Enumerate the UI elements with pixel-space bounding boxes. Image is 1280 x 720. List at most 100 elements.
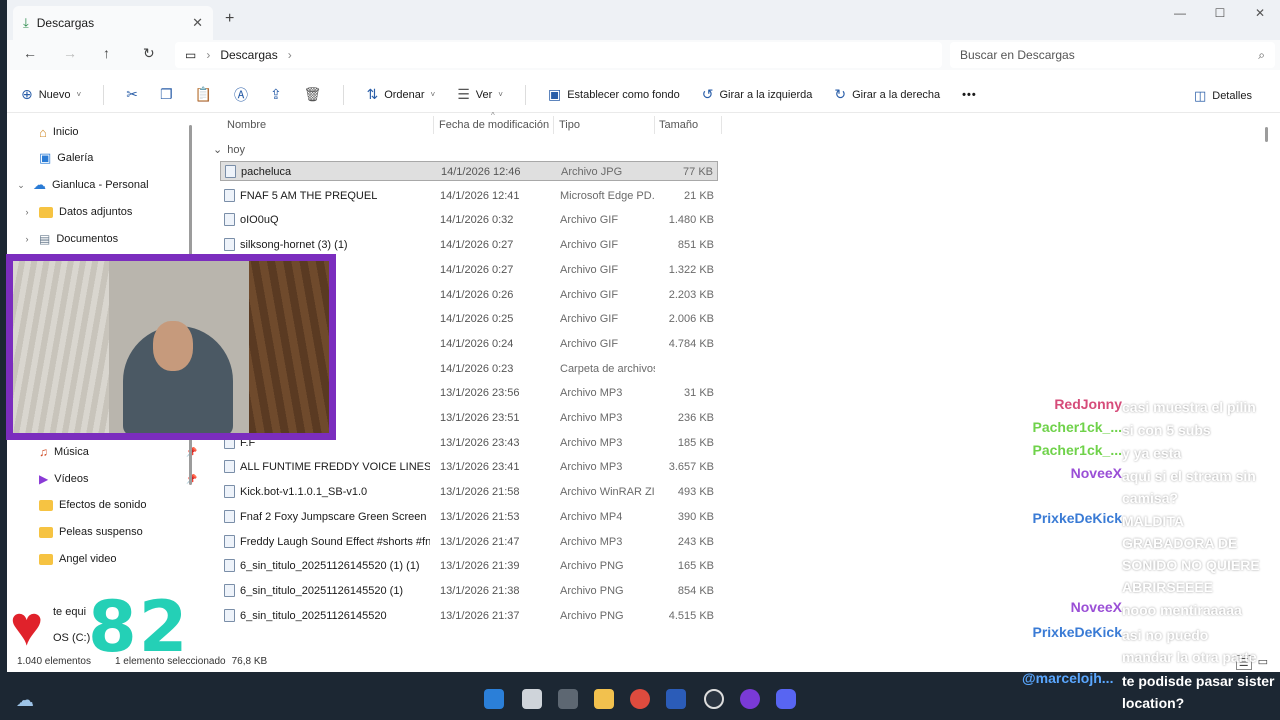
chevron-right-icon[interactable]: › <box>21 234 33 244</box>
set-wallpaper-button[interactable]: ▣ Establecer como fondo <box>548 86 680 103</box>
group-header-hoy[interactable]: ⌄ hoy <box>213 143 245 156</box>
cut-button[interactable]: ✂ <box>126 86 138 103</box>
rotate-left-button[interactable]: ↺ Girar a la izquierda <box>702 86 813 103</box>
rotate-right-icon: ↻ <box>834 86 847 102</box>
breadcrumb[interactable]: ▭ › Descargas › <box>175 42 942 68</box>
chevron-right-icon[interactable]: › <box>21 207 33 217</box>
file-size: 165 KB <box>677 560 714 573</box>
column-header-name[interactable]: Nombre <box>227 114 266 136</box>
back-button[interactable]: ← <box>23 45 37 61</box>
close-tab-icon[interactable]: ✕ <box>192 15 203 31</box>
copy-button[interactable]: ❐ <box>160 86 173 103</box>
table-row[interactable]: Fnaf 2 Foxy Jumpscare Green Screen 13/1/2… <box>220 507 718 527</box>
close-window-button[interactable]: ✕ <box>1240 0 1280 30</box>
table-row[interactable]: ALL FUNTIME FREDDY VOICE LINES Cust... 13… <box>220 457 718 477</box>
table-row[interactable]: FNAF 5 AM THE PREQUEL 14/1/2026 12:41 Micr… <box>220 186 718 206</box>
file-date: 13/1/2026 23:41 <box>440 461 520 474</box>
sidebar-item-angel[interactable]: Angel video <box>21 548 117 570</box>
sidebar-item-efectos[interactable]: Efectos de sonido <box>21 494 146 516</box>
file-list-scrollbar[interactable] <box>1265 127 1268 142</box>
tab-descargas[interactable]: ⤓ Descargas ✕ <box>13 6 213 40</box>
rename-button[interactable]: Ⓐ <box>234 85 248 105</box>
file-type: Archivo MP3 <box>560 461 623 474</box>
table-row[interactable]: Kick.bot-v1.1.0.1_SB-v1.0 13/1/2026 21:58… <box>220 482 718 502</box>
file-type: Archivo GIF <box>560 288 619 301</box>
more-options-button[interactable]: ••• <box>962 89 977 101</box>
sidebar-item-galeria[interactable]: ▣ Galería <box>21 147 93 169</box>
column-header-size[interactable]: Tamaño <box>659 114 698 136</box>
file-date: 14/1/2026 0:27 <box>440 263 514 276</box>
file-size: 390 KB <box>677 510 714 523</box>
file-date: 13/1/2026 23:51 <box>440 412 520 424</box>
sidebar-item-inicio[interactable]: ⌂ Inicio <box>21 121 79 143</box>
sidebar-item-onedrive[interactable]: ⌄ ☁ Gianluca - Personal <box>15 174 148 196</box>
discord-icon[interactable] <box>776 689 796 709</box>
chevron-down-icon: ⌄ <box>213 144 223 156</box>
new-button[interactable]: ⊕ Nuevo <box>21 86 81 103</box>
file-type: Carpeta de archivos <box>560 362 655 375</box>
sidebar-item-label: Documentos <box>56 233 119 245</box>
search-icon: ⌕ <box>1258 47 1265 62</box>
sort-button[interactable]: ⇅ Ordenar <box>366 86 435 103</box>
new-tab-button[interactable]: + <box>225 10 234 28</box>
webcam-curtain-right <box>249 261 329 433</box>
file-date: 14/1/2026 12:41 <box>440 189 520 202</box>
sidebar-item-os-c[interactable]: OS (C:) <box>53 627 90 649</box>
sidebar-item-este-equipo[interactable]: te equi <box>53 601 86 623</box>
details-button[interactable]: ◫ Detalles <box>1194 88 1252 104</box>
file-type: Archivo PNG <box>560 584 624 597</box>
app-icon-purple[interactable] <box>740 689 760 709</box>
sidebar-item-videos[interactable]: ▶Vídeos📌 <box>21 468 197 490</box>
sidebar-item-datos-adjuntos[interactable]: › Datos adjuntos <box>21 201 133 223</box>
file-date: 13/1/2026 23:43 <box>440 436 520 449</box>
refresh-button[interactable]: ↻ <box>143 45 155 62</box>
sidebar-item-documentos[interactable]: › ▤ Documentos <box>21 228 119 250</box>
rotate-right-button[interactable]: ↻ Girar a la derecha <box>834 86 940 103</box>
start-icon[interactable] <box>484 689 504 709</box>
file-date: 13/1/2026 21:58 <box>440 486 520 499</box>
file-size: 4.515 KB <box>668 609 714 622</box>
file-size: 851 KB <box>677 239 714 252</box>
table-row[interactable]: 6_sin_titulo_20251126145520 (1) 13/1/2026… <box>220 581 718 601</box>
file-size: 77 KB <box>683 166 713 178</box>
cloud-icon: ☁ <box>33 177 46 192</box>
file-date: 14/1/2026 0:27 <box>440 239 514 252</box>
table-row[interactable]: oIO0uQ 14/1/2026 0:32 Archivo GIF 1.480 KB <box>220 210 718 230</box>
share-button[interactable]: ⇪ <box>270 86 282 103</box>
details-label: Detalles <box>1212 90 1252 102</box>
chevron-down-icon[interactable]: ⌄ <box>15 180 27 191</box>
chrome-icon[interactable] <box>630 689 650 709</box>
file-date: 13/1/2026 23:56 <box>440 387 520 400</box>
table-row[interactable]: Freddy Laugh Sound Effect #shorts #fnaf … <box>220 532 718 552</box>
minimize-button[interactable]: — <box>1160 0 1200 30</box>
up-button[interactable]: ↑ <box>103 45 110 61</box>
word-icon[interactable] <box>666 689 686 709</box>
file-type: Archivo GIF <box>560 239 619 252</box>
app-icon[interactable] <box>558 689 578 709</box>
table-row[interactable]: silksong-hornet (3) (1) 14/1/2026 0:27 Arc… <box>220 235 718 255</box>
file-icon <box>224 559 235 573</box>
sidebar-item-musica[interactable]: ♫Música📌 <box>21 441 197 463</box>
sidebar-item-label: Inicio <box>52 126 79 138</box>
search-input[interactable]: Buscar en Descargas ⌕ <box>950 42 1275 68</box>
maximize-button[interactable]: ☐ <box>1200 0 1240 30</box>
task-view-icon[interactable] <box>522 689 542 709</box>
obs-icon[interactable] <box>704 689 724 709</box>
chat-text: si con 5 subs <box>1122 422 1211 438</box>
table-row[interactable]: pacheluca 14/1/2026 12:46 Archivo JPG 77 KB <box>220 161 718 181</box>
chat-username: RedJonny <box>1054 396 1122 412</box>
group-label: hoy <box>227 144 245 156</box>
folder-icon <box>39 206 53 218</box>
forward-button[interactable]: → <box>63 45 77 61</box>
column-header-type[interactable]: Tipo <box>559 114 580 136</box>
gallery-icon: ▣ <box>39 150 52 165</box>
table-row[interactable]: 6_sin_titulo_20251126145520 (1) (1) 13/1/… <box>220 556 718 576</box>
file-explorer-icon[interactable] <box>594 689 614 709</box>
table-row[interactable]: 6_sin_titulo_20251126145520 13/1/2026 21:… <box>220 606 718 626</box>
breadcrumb-descargas[interactable]: Descargas <box>220 48 277 62</box>
weather-icon[interactable]: ☁ <box>16 690 34 711</box>
sidebar-item-peleas[interactable]: Peleas suspenso <box>21 521 143 543</box>
paste-button[interactable]: 📋 <box>195 86 212 103</box>
delete-button[interactable]: 🗑 <box>304 86 322 103</box>
view-button[interactable]: ☰ Ver <box>457 86 503 103</box>
